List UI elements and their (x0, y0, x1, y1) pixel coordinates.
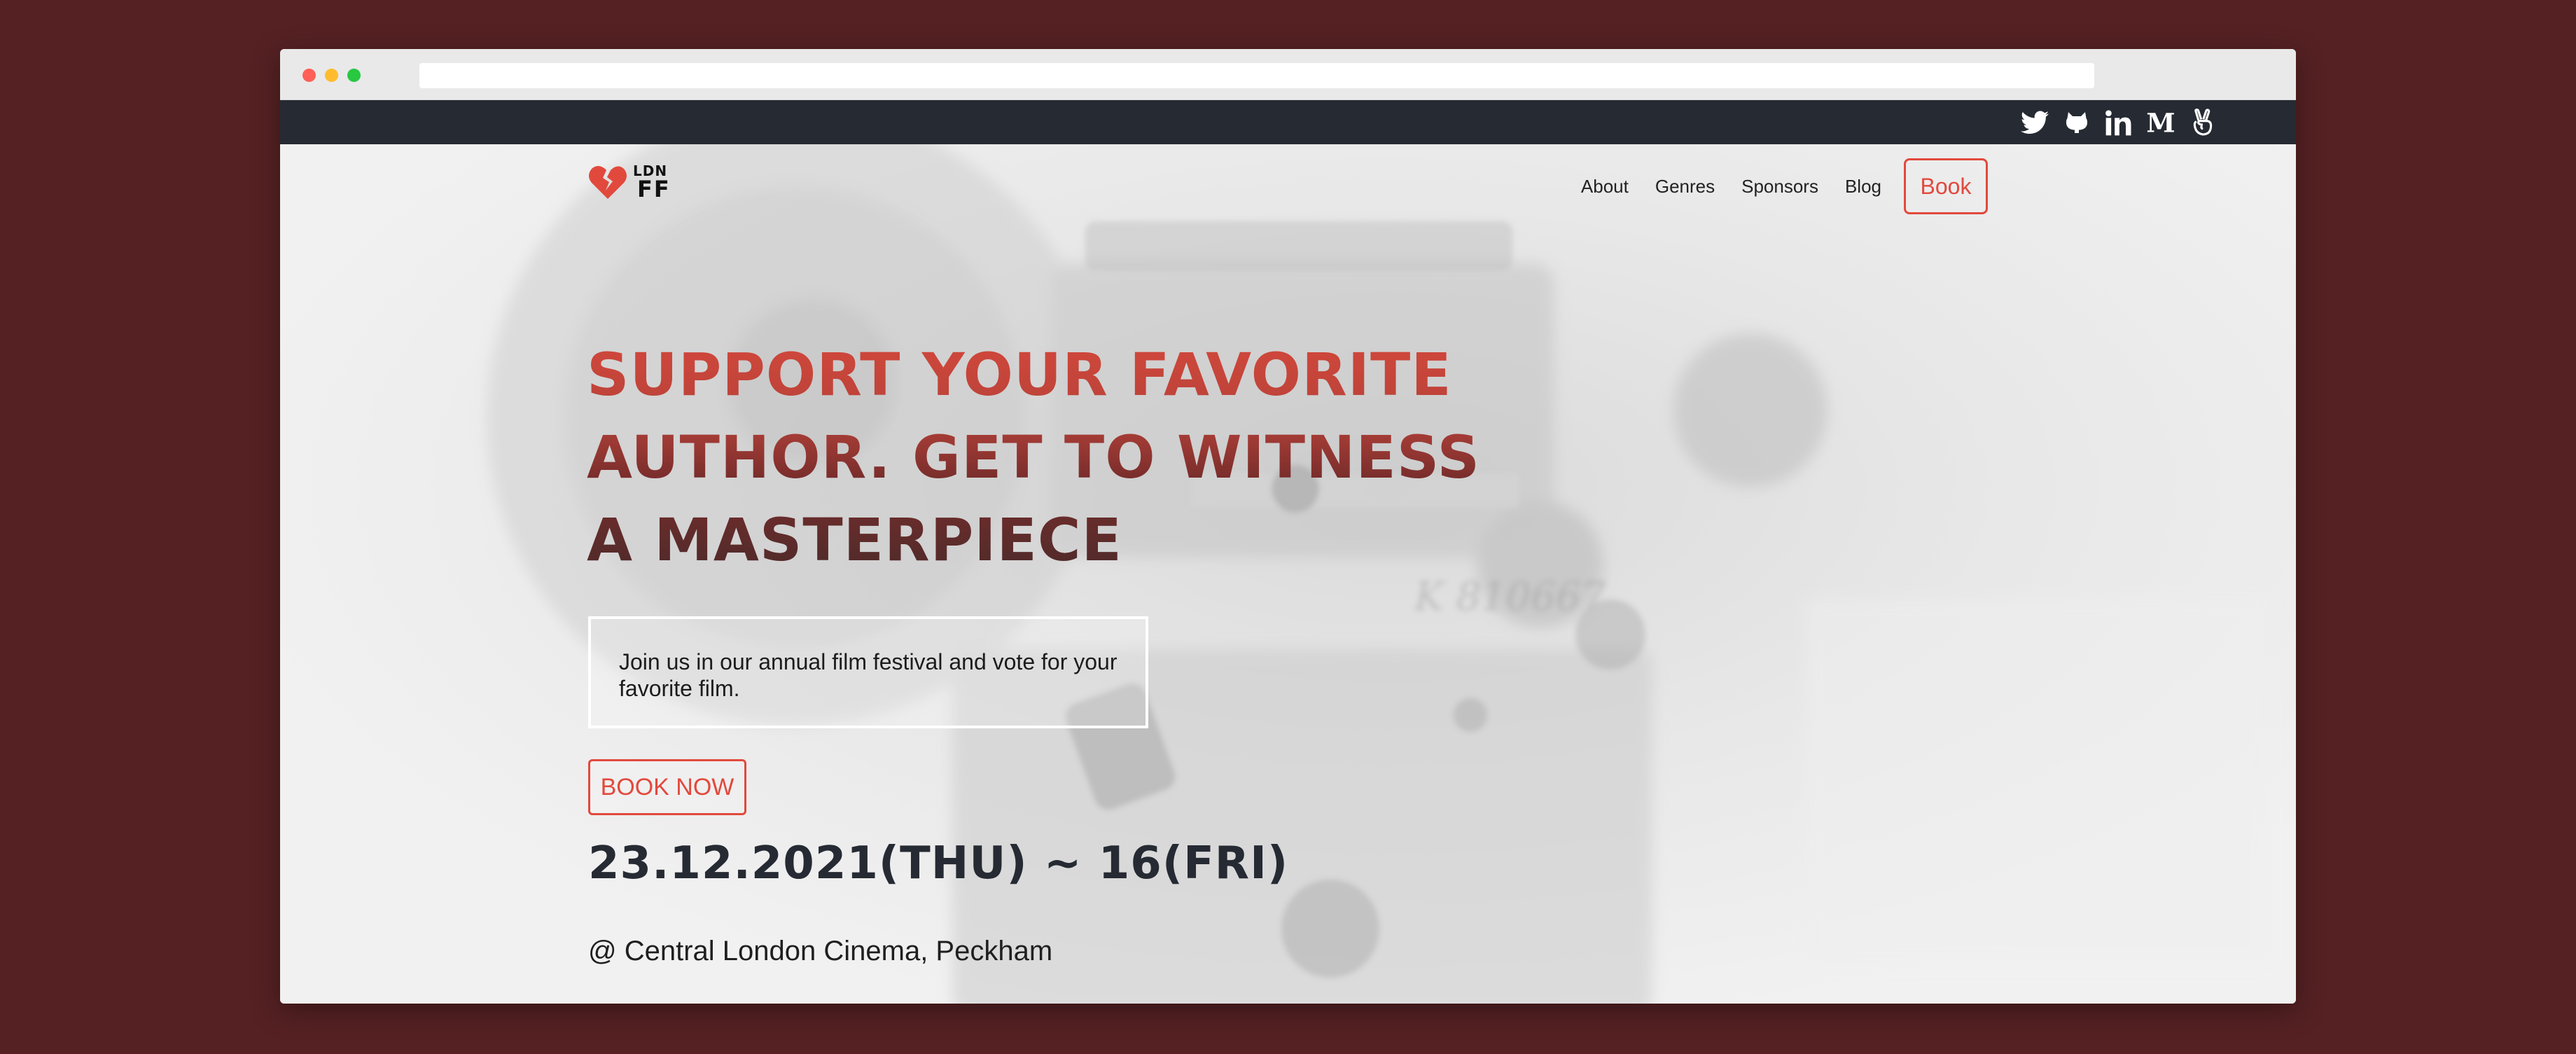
github-icon[interactable] (2056, 100, 2098, 144)
social-bar: M (280, 100, 2296, 144)
angellist-icon[interactable] (2182, 100, 2224, 144)
svg-text:M: M (2146, 111, 2175, 134)
broken-heart-icon (589, 166, 627, 199)
nav-link-blog[interactable]: Blog (1845, 176, 1881, 197)
maximize-window-button[interactable] (347, 69, 361, 82)
hero-headline: SUPPORT YOUR FAVORITE AUTHOR. GET TO WIT… (587, 333, 1497, 581)
nav-link-sponsors[interactable]: Sponsors (1741, 176, 1818, 197)
intro-text: Join us in our annual film festival and … (619, 649, 1118, 701)
close-window-button[interactable] (302, 69, 316, 82)
hero-section: K 810667 LDN FF About Genres Sponsors Bl… (280, 144, 2296, 1004)
site-logo[interactable]: LDN FF (588, 161, 671, 203)
medium-icon[interactable]: M (2140, 100, 2182, 144)
intro-box: Join us in our annual film festival and … (588, 616, 1148, 728)
logo-text: LDN FF (633, 164, 671, 200)
nav-book-button[interactable]: Book (1904, 158, 1988, 214)
event-date: 23.12.2021(THU) ~ 16(FRI) (588, 838, 1289, 889)
twitter-icon[interactable] (2014, 100, 2056, 144)
hero-headline-line: A MASTERPIECE (587, 506, 1122, 574)
hero-headline-line: AUTHOR. GET TO WITNESS (587, 423, 1480, 492)
logo-text-bottom: FF (637, 176, 671, 202)
main-nav: About Genres Sponsors Blog Book (1581, 158, 1988, 214)
event-venue: @ Central London Cinema, Peckham (588, 936, 1053, 966)
linkedin-icon[interactable] (2098, 100, 2140, 144)
minimize-window-button[interactable] (325, 69, 338, 82)
address-bar[interactable] (419, 63, 2094, 88)
browser-titlebar (280, 49, 2296, 100)
nav-link-about[interactable]: About (1581, 176, 1629, 197)
nav-link-genres[interactable]: Genres (1655, 176, 1715, 197)
hero-headline-line: SUPPORT YOUR FAVORITE (587, 340, 1452, 409)
browser-window: M K 810667 LDN FF About Genres Sponsors … (280, 49, 2296, 1004)
book-now-button[interactable]: BOOK NOW (588, 759, 746, 815)
